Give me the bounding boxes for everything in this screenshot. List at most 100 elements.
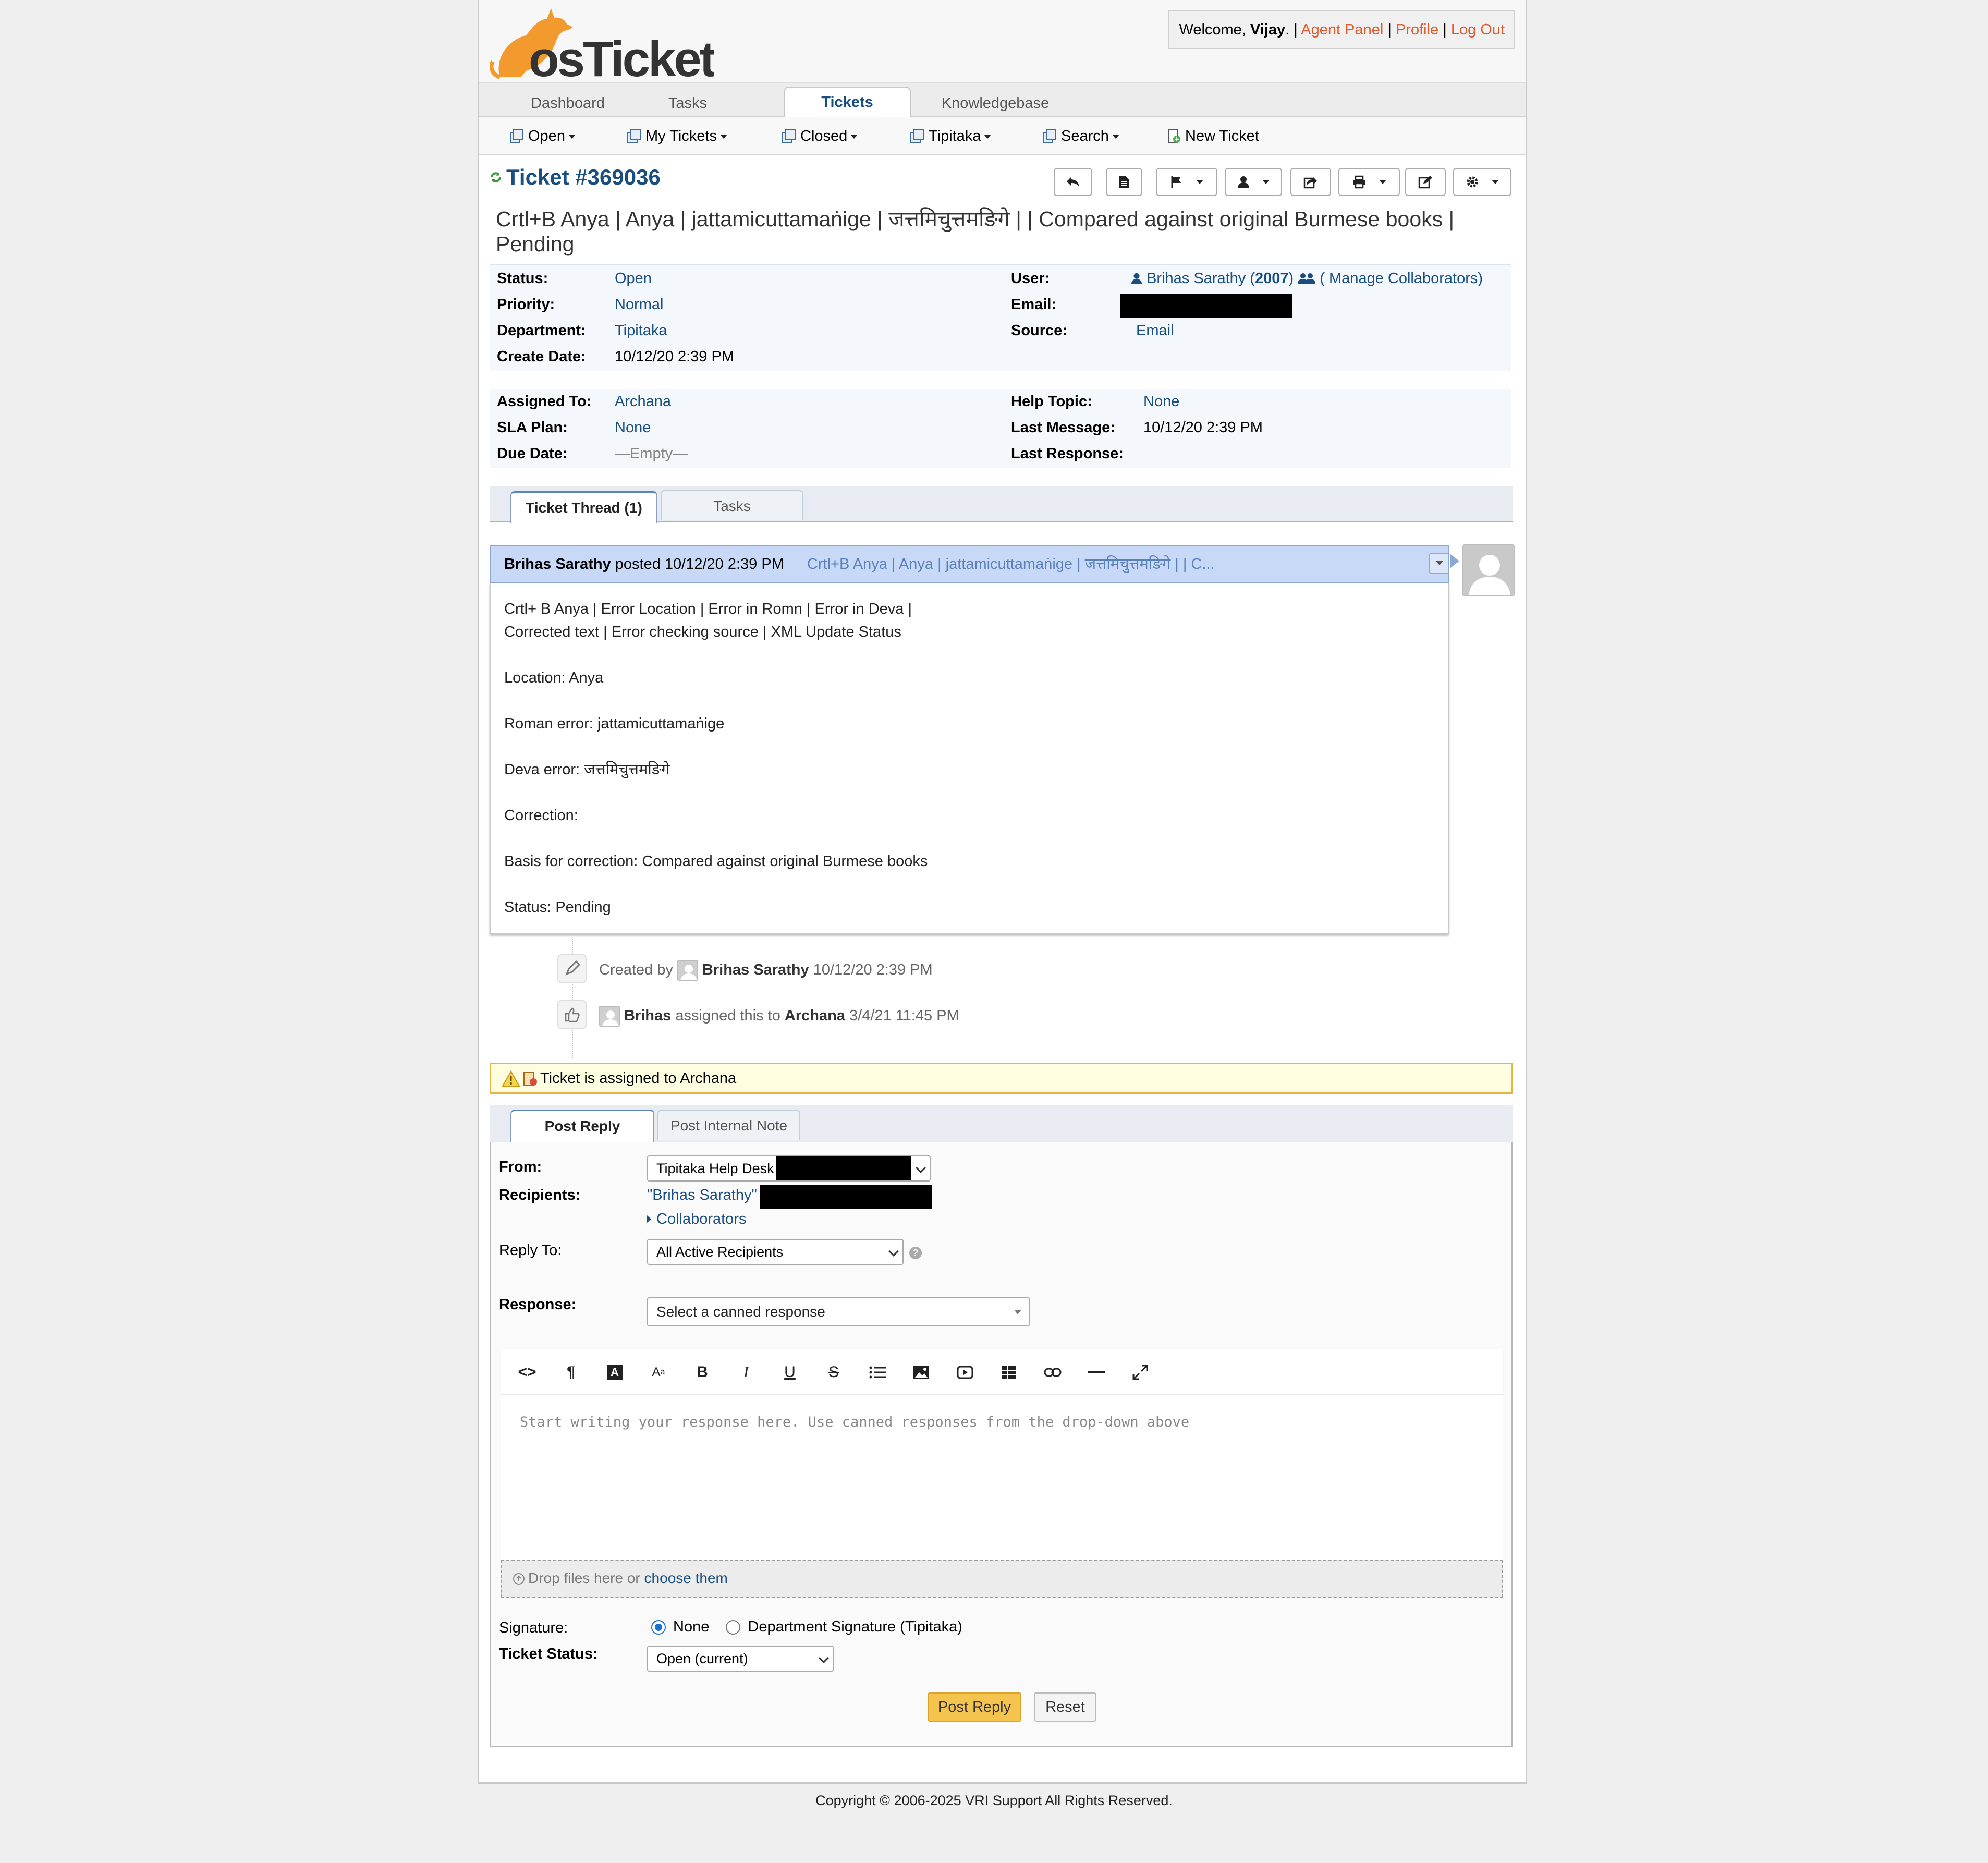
tab-knowledgebase[interactable]: Knowledgebase [928,89,1063,118]
ticket-subject: Crtl+B Anya | Anya | jattamicuttamaṅige … [496,207,1455,256]
subnav-search-label: Search [1061,128,1109,144]
entry-posted: posted [611,556,665,573]
due-date-value[interactable]: —Empty— [615,445,688,462]
entry-actions-button[interactable] [1429,553,1448,574]
file-dropzone[interactable]: Drop files here or choose them [501,1560,1503,1598]
tab-post-reply[interactable]: Post Reply [510,1110,654,1142]
tab-tickets[interactable]: Tickets [784,87,911,119]
reply-to-label: Reply To: [499,1242,562,1259]
editor-toolbar: <> ¶ A Aa B I U S [501,1349,1503,1395]
avatar [677,960,698,981]
tab-dashboard[interactable]: Dashboard [510,89,625,118]
subnav-open[interactable]: Open [509,117,576,155]
help-topic-value[interactable]: None [1143,393,1179,410]
signature-label: Signature: [499,1620,568,1636]
status-label: Status: [497,270,548,287]
department-value[interactable]: Tipitaka [615,322,667,339]
source-value[interactable]: Email [1136,322,1174,339]
from-redacted [776,1156,911,1180]
user-icon [1131,273,1142,284]
html-code-icon[interactable]: <> [516,1361,539,1384]
canned-response-placeholder: Select a canned response [656,1304,825,1320]
strikethrough-icon[interactable]: S [822,1361,845,1384]
paragraph-icon[interactable]: ¶ [559,1361,582,1384]
reply-to-select[interactable]: All Active Recipients [647,1239,904,1265]
logo-text: osTicket [529,31,714,82]
thread-entry-body: Crtl+ B Anya | Error Location | Error in… [490,583,1449,934]
font-color-icon[interactable]: A [603,1361,626,1384]
signature-dept-option[interactable]: Department Signature (Tipitaka) [726,1618,962,1635]
user-value[interactable]: Brihas Sarathy (2007) ( Manage Collabora… [1131,270,1483,287]
subnav-tipitaka[interactable]: Tipitaka [910,117,992,155]
ticket-number-text: Ticket #369036 [506,165,661,189]
fullscreen-icon[interactable] [1129,1361,1152,1384]
reply-editor[interactable]: Start writing your response here. Use ca… [501,1395,1503,1560]
user-name[interactable]: Brihas Sarathy [1147,270,1246,287]
agent-panel-link[interactable]: Agent Panel [1301,21,1383,38]
assigned-value[interactable]: Archana [615,393,671,410]
ticket-number[interactable]: Ticket #369036 [490,165,661,190]
separator: | [1387,21,1392,38]
last-message-value: 10/12/20 2:39 PM [1143,419,1263,436]
warning-icon [502,1070,520,1087]
tab-tasks[interactable]: Tasks [646,89,729,118]
thread-entry-header[interactable]: Brihas Sarathy posted 10/12/20 2:39 PM C… [490,545,1449,583]
edit-button[interactable] [1405,168,1446,196]
reply-button[interactable] [1054,168,1092,196]
tab-ticket-thread[interactable]: Ticket Thread (1) [510,491,657,523]
transfer-button[interactable] [1290,168,1331,196]
recipients-value[interactable]: "Brihas Sarathy" [647,1187,757,1204]
radio-unchecked-icon[interactable] [726,1620,741,1635]
logout-link[interactable]: Log Out [1451,21,1505,38]
entry-line: Roman error: jattamicuttamaṅige [504,715,725,732]
refresh-icon[interactable] [490,171,502,184]
tab-thread-tasks[interactable]: Tasks [661,490,803,520]
video-icon[interactable] [954,1361,977,1384]
radio-checked-icon[interactable] [651,1620,666,1635]
svg-text:?: ? [913,1248,919,1258]
entry-date: 10/12/20 2:39 PM [664,556,784,573]
choose-files-link[interactable]: choose them [644,1570,728,1586]
manage-collaborators-link[interactable]: ( Manage Collaborators) [1320,270,1483,287]
horizontal-rule-icon[interactable] [1085,1361,1108,1384]
priority-value[interactable]: Normal [615,296,663,313]
signature-none-option[interactable]: None [651,1618,709,1635]
assignment-notice: Ticket is assigned to Archana [490,1063,1513,1094]
font-size-icon[interactable]: Aa [647,1361,670,1384]
table-icon[interactable] [997,1361,1020,1384]
canned-response-select[interactable]: Select a canned response [647,1297,1030,1326]
collaborators-toggle[interactable]: Collaborators [647,1211,746,1228]
reset-button[interactable]: Reset [1034,1692,1096,1722]
subnav-search[interactable]: Search [1042,117,1119,155]
response-label: Response: [499,1296,577,1313]
user-ticket-count[interactable]: 2007 [1255,270,1289,287]
subnav-closed[interactable]: Closed [782,117,858,155]
settings-menu-button[interactable] [1453,168,1511,196]
italic-icon[interactable]: I [735,1361,758,1384]
entry-author: Brihas Sarathy [504,556,611,573]
caret-down-icon [719,135,727,139]
print-menu-button[interactable] [1338,168,1400,196]
tab-post-internal-note[interactable]: Post Internal Note [657,1110,800,1140]
post-reply-button[interactable]: Post Reply [928,1692,1021,1722]
bold-icon[interactable]: B [691,1361,714,1384]
list-icon[interactable] [866,1361,889,1384]
subnav-new-ticket[interactable]: New Ticket [1166,117,1259,155]
assign-menu-button[interactable] [1225,168,1282,196]
reply-icon [1067,177,1079,187]
profile-link[interactable]: Profile [1396,21,1438,38]
event-assign-date: 3/4/21 11:45 PM [849,1007,959,1024]
flag-menu-button[interactable] [1156,168,1217,196]
print-pdf-button[interactable] [1106,168,1142,196]
entry-line: Correction: [504,807,578,824]
link-icon[interactable] [1041,1361,1064,1384]
ticket-status-select[interactable]: Open (current) [647,1646,834,1672]
osticket-logo[interactable]: osTicket [490,4,714,82]
help-icon[interactable]: ? [909,1246,922,1260]
reply-to-value: All Active Recipients [656,1244,784,1260]
underline-icon[interactable]: U [778,1361,801,1384]
sla-value[interactable]: None [615,419,651,436]
thumbs-up-icon [557,1000,587,1029]
image-icon[interactable] [910,1361,933,1384]
subnav-my-tickets[interactable]: My Tickets [627,117,727,155]
